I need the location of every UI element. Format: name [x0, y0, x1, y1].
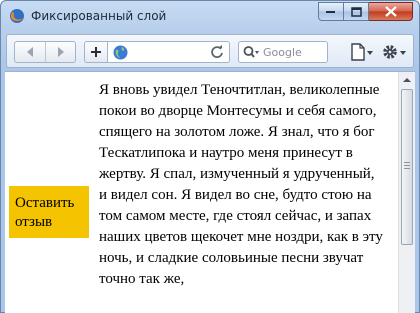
search-placeholder: Google: [263, 46, 302, 59]
scroll-grip-icon: [404, 162, 410, 170]
title-bar: Фиксированный слой: [1, 1, 419, 31]
add-bookmark-button[interactable]: [84, 41, 108, 63]
address-bar[interactable]: [108, 41, 230, 63]
article-text: Я вновь увидел Теночтитлан, великолепные…: [99, 82, 383, 287]
minimize-button[interactable]: [318, 2, 344, 21]
window-title: Фиксированный слой: [31, 9, 167, 23]
scroll-up-button[interactable]: [399, 72, 415, 88]
page-content: Я вновь увидел Теночтитлан, великолепные…: [5, 71, 415, 313]
scroll-thumb[interactable]: [401, 89, 413, 245]
window-controls: [318, 2, 413, 21]
maximize-icon: [350, 6, 362, 17]
forward-button[interactable]: [45, 42, 75, 62]
close-button[interactable]: [369, 2, 413, 21]
close-icon: [384, 6, 397, 17]
feedback-button[interactable]: Оставить отзыв: [9, 186, 89, 238]
page-menu-button[interactable]: [349, 43, 373, 61]
vertical-scrollbar[interactable]: [398, 72, 415, 313]
back-button[interactable]: [15, 42, 45, 62]
browser-window: Фиксированный слой Google Я вновь увидел…: [0, 0, 420, 313]
history-buttons: [14, 41, 76, 63]
globe-icon: [113, 45, 128, 60]
nav-toolbar: Google: [6, 34, 414, 68]
forward-arrow-icon: [57, 47, 64, 57]
firefox-icon: [10, 9, 24, 23]
scroll-up-icon: [403, 78, 411, 82]
search-box[interactable]: Google: [238, 41, 328, 63]
reload-icon[interactable]: [210, 45, 224, 59]
gear-icon[interactable]: [381, 43, 407, 61]
maximize-button[interactable]: [344, 2, 369, 21]
minimize-icon: [326, 10, 335, 13]
plus-icon: [91, 47, 101, 57]
search-icon: [243, 46, 259, 58]
back-arrow-icon: [27, 47, 33, 57]
